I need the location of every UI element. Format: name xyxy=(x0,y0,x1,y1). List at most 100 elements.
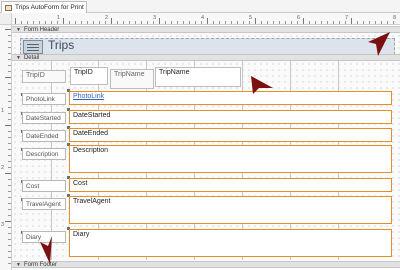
ruler-tick xyxy=(201,21,202,24)
datestarted-control[interactable]: DateStarted xyxy=(69,110,392,124)
ruler-tick xyxy=(8,191,11,192)
ruler-tick xyxy=(8,59,11,60)
ruler-tick xyxy=(87,21,88,24)
ruler-tick xyxy=(309,21,310,24)
annotation-arrow-icon xyxy=(368,32,390,56)
ruler-number: 3 xyxy=(1,222,5,228)
ruler-tick xyxy=(345,21,346,24)
ruler-tick xyxy=(393,21,394,24)
document-tab-title: Trips AutoForm for Print xyxy=(15,4,84,11)
ruler-corner[interactable] xyxy=(0,13,12,25)
ruler-tick xyxy=(27,21,28,24)
ruler-tick xyxy=(333,21,334,24)
ruler-tick xyxy=(135,21,136,24)
ruler-tick xyxy=(381,21,382,24)
ruler-tick xyxy=(123,21,124,24)
ruler-tick xyxy=(8,35,11,36)
ruler-tick xyxy=(15,18,16,24)
ruler-tick xyxy=(99,21,100,24)
header-band xyxy=(20,38,395,55)
ruler-tick xyxy=(8,53,11,54)
ruler-tick xyxy=(375,21,376,24)
travelagent-label[interactable]: TravelAgent xyxy=(22,198,66,210)
section-arrow-icon: ▼ xyxy=(16,54,21,61)
ruler-tick xyxy=(165,21,166,24)
ruler-tick xyxy=(243,21,244,24)
ruler-tick xyxy=(8,233,11,234)
ruler-tick xyxy=(285,21,286,24)
description-control[interactable]: Description xyxy=(69,145,392,173)
ruler-tick xyxy=(339,21,340,24)
ruler-tick xyxy=(8,41,11,42)
description-label[interactable]: Description xyxy=(22,148,66,160)
ruler-number: 1 xyxy=(1,108,5,114)
ruler-tick xyxy=(111,18,112,24)
ruler-tick xyxy=(8,215,11,216)
ruler-tick xyxy=(183,21,184,24)
ruler-tick xyxy=(5,173,11,174)
horizontal-ruler[interactable]: 1 2 3 4 5 6 7 8 xyxy=(12,13,400,25)
ruler-tick xyxy=(129,21,130,24)
ruler-tick xyxy=(147,21,148,24)
ruler-tick xyxy=(8,251,11,252)
ruler-tick xyxy=(8,227,11,228)
ruler-tick xyxy=(141,21,142,24)
tripid-control[interactable]: TripID xyxy=(70,67,108,85)
ruler-tick xyxy=(291,21,292,24)
tripname-control[interactable]: TripName xyxy=(155,67,241,87)
ruler-tick xyxy=(51,21,52,24)
ruler-tick xyxy=(8,95,11,96)
ruler-tick xyxy=(225,21,226,24)
ruler-tick xyxy=(153,21,154,24)
ruler-tick xyxy=(297,21,298,24)
form-footer-section-bar[interactable]: ▼ Form Footer xyxy=(12,261,400,268)
ruler-tick xyxy=(21,21,22,24)
ruler-tick xyxy=(8,161,11,162)
ruler-tick xyxy=(8,101,11,102)
datestarted-label[interactable]: DateStarted xyxy=(22,112,66,124)
ruler-tick xyxy=(189,21,190,24)
ruler-tick xyxy=(261,21,262,24)
ruler-tick xyxy=(8,203,11,204)
ruler-tick xyxy=(315,21,316,24)
form-title[interactable]: Trips xyxy=(48,38,74,52)
document-tab[interactable]: Trips AutoForm for Print xyxy=(1,1,87,13)
photolink-control[interactable]: PhotoLink xyxy=(69,91,392,105)
document-tab-bar: Trips AutoForm for Print xyxy=(0,0,400,13)
ruler-tick xyxy=(5,221,11,222)
ruler-tick xyxy=(273,21,274,24)
tripname-label[interactable]: TripName xyxy=(110,69,154,89)
dateended-label[interactable]: DateEnded xyxy=(22,130,66,142)
tripid-label[interactable]: TripID xyxy=(22,70,66,83)
travelagent-control[interactable]: TravelAgent xyxy=(69,196,392,224)
ruler-tick xyxy=(8,107,11,108)
detail-section-bar[interactable]: ▼ Detail xyxy=(12,54,400,61)
ruler-tick xyxy=(279,21,280,24)
diary-control[interactable]: Diary xyxy=(69,229,392,257)
ruler-tick xyxy=(75,21,76,24)
vertical-ruler[interactable]: 1 2 3 xyxy=(0,25,12,270)
ruler-tick xyxy=(303,18,304,24)
ruler-tick xyxy=(33,21,34,24)
ruler-tick xyxy=(177,21,178,24)
form-header-section-bar[interactable]: ▼ Form Header xyxy=(12,26,400,33)
ruler-tick xyxy=(93,21,94,24)
dateended-control[interactable]: DateEnded xyxy=(69,128,392,142)
cost-control[interactable]: Cost xyxy=(69,178,392,192)
ruler-tick xyxy=(237,21,238,24)
form-logo-icon[interactable] xyxy=(23,40,43,54)
ruler-tick xyxy=(8,119,11,120)
ruler-tick xyxy=(171,21,172,24)
form-icon xyxy=(5,4,12,11)
ruler-tick xyxy=(8,143,11,144)
form-header-label: Form Header xyxy=(23,26,60,33)
annotation-arrow-icon xyxy=(40,236,52,264)
ruler-tick xyxy=(8,149,11,150)
cost-label[interactable]: Cost xyxy=(22,180,66,192)
ruler-tick xyxy=(8,209,11,210)
ruler-tick xyxy=(8,71,11,72)
photolink-label[interactable]: PhotoLink xyxy=(22,93,66,105)
ruler-tick xyxy=(8,113,11,114)
ruler-tick xyxy=(117,21,118,24)
ruler-tick xyxy=(327,21,328,24)
